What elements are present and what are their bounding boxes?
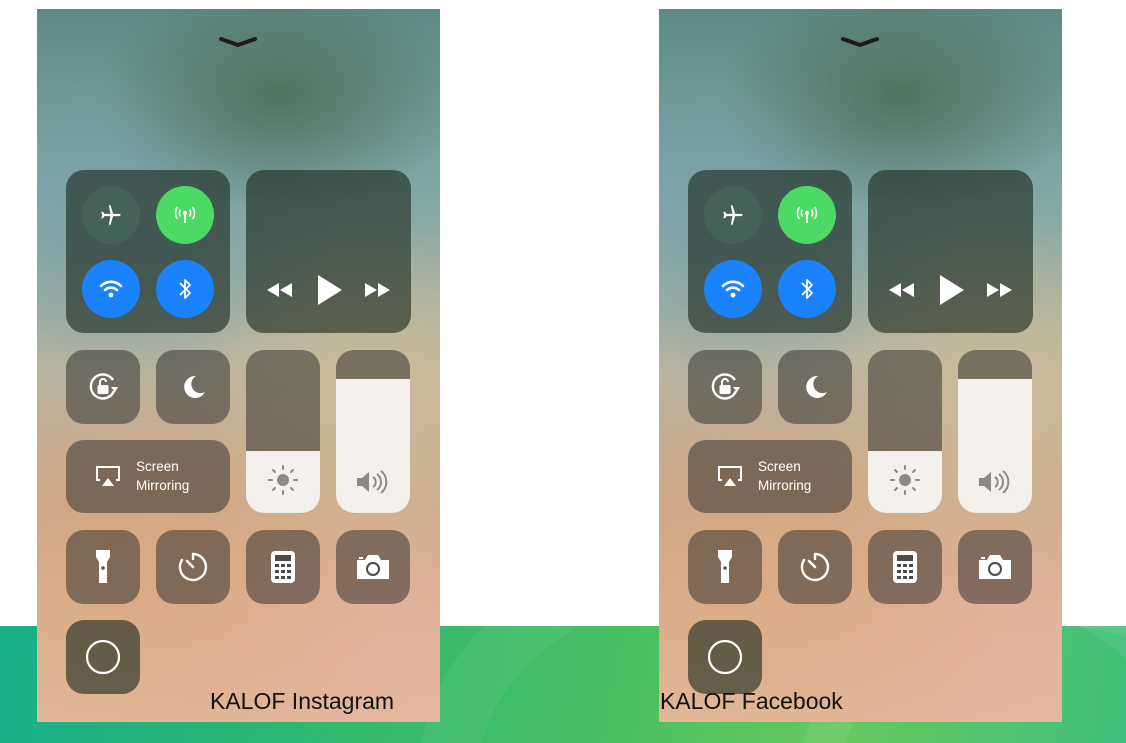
screen-mirroring-label: Screen Mirroring: [136, 459, 190, 493]
cellular-data-toggle[interactable]: [156, 186, 214, 244]
connectivity-module: [688, 170, 852, 333]
screen-record-icon: [707, 639, 743, 675]
flashlight-icon: [96, 550, 110, 583]
flashlight-button[interactable]: [688, 530, 762, 604]
rewind-icon[interactable]: [887, 281, 917, 299]
wifi-icon: [721, 280, 745, 298]
speaker-icon: [979, 470, 1010, 494]
rotation-lock-icon: [711, 373, 740, 400]
screen-mirroring-button[interactable]: Screen Mirroring: [688, 440, 852, 513]
timer-button[interactable]: [156, 530, 230, 604]
camera-button[interactable]: [336, 530, 410, 604]
rewind-icon[interactable]: [265, 281, 295, 299]
screen-recording-button[interactable]: [66, 620, 140, 694]
bluetooth-toggle[interactable]: [778, 260, 836, 318]
cellular-antenna-icon: [796, 206, 818, 223]
chevron-down-icon[interactable]: [839, 35, 881, 49]
bluetooth-icon: [801, 279, 813, 299]
now-playing-module: [246, 170, 411, 333]
timer-icon: [178, 552, 208, 582]
bluetooth-icon: [179, 279, 191, 299]
sun-icon: [890, 465, 920, 495]
play-icon[interactable]: [314, 273, 344, 307]
brightness-slider[interactable]: [246, 350, 320, 513]
now-playing-module: [868, 170, 1033, 333]
fast-forward-icon[interactable]: [984, 281, 1014, 299]
fast-forward-icon[interactable]: [362, 281, 392, 299]
rotation-lock-button[interactable]: [688, 350, 762, 424]
camera-button[interactable]: [958, 530, 1032, 604]
volume-slider[interactable]: [958, 350, 1032, 513]
camera-icon: [979, 555, 1011, 579]
bluetooth-toggle[interactable]: [156, 260, 214, 318]
sun-icon: [268, 465, 298, 495]
chevron-down-icon[interactable]: [217, 35, 259, 49]
do-not-disturb-button[interactable]: [778, 350, 852, 424]
caption-instagram: KALOF Instagram: [210, 688, 395, 714]
wifi-icon: [99, 280, 123, 298]
airplane-mode-toggle[interactable]: [82, 186, 140, 244]
connectivity-module: [66, 170, 230, 333]
moon-icon: [806, 375, 827, 398]
brightness-slider[interactable]: [868, 350, 942, 513]
timer-button[interactable]: [778, 530, 852, 604]
control-center-screenshot-left: Screen Mirroring: [37, 9, 440, 722]
screen-record-icon: [85, 639, 121, 675]
flashlight-icon: [718, 550, 732, 583]
moon-icon: [184, 375, 205, 398]
calculator-button[interactable]: [246, 530, 320, 604]
camera-icon: [357, 555, 389, 579]
speaker-icon: [357, 470, 388, 494]
cellular-antenna-icon: [174, 206, 196, 223]
play-icon[interactable]: [936, 273, 966, 307]
control-center-screenshot-right: Screen Mirroring: [659, 9, 1062, 722]
screen-recording-button[interactable]: [688, 620, 762, 694]
wifi-toggle[interactable]: [704, 260, 762, 318]
airplay-icon: [718, 466, 742, 486]
rotation-lock-icon: [89, 373, 118, 400]
airplane-icon: [723, 205, 743, 225]
calculator-icon: [893, 551, 917, 583]
wifi-toggle[interactable]: [82, 260, 140, 318]
airplay-icon: [96, 466, 120, 486]
do-not-disturb-button[interactable]: [156, 350, 230, 424]
rotation-lock-button[interactable]: [66, 350, 140, 424]
cellular-data-toggle[interactable]: [778, 186, 836, 244]
airplane-mode-toggle[interactable]: [704, 186, 762, 244]
flashlight-button[interactable]: [66, 530, 140, 604]
timer-icon: [800, 552, 830, 582]
airplane-icon: [101, 205, 121, 225]
screen-mirroring-label: Screen Mirroring: [758, 459, 812, 493]
caption-facebook: KALOF Facebook: [660, 688, 843, 714]
calculator-icon: [271, 551, 295, 583]
screen-mirroring-button[interactable]: Screen Mirroring: [66, 440, 230, 513]
volume-slider[interactable]: [336, 350, 410, 513]
calculator-button[interactable]: [868, 530, 942, 604]
